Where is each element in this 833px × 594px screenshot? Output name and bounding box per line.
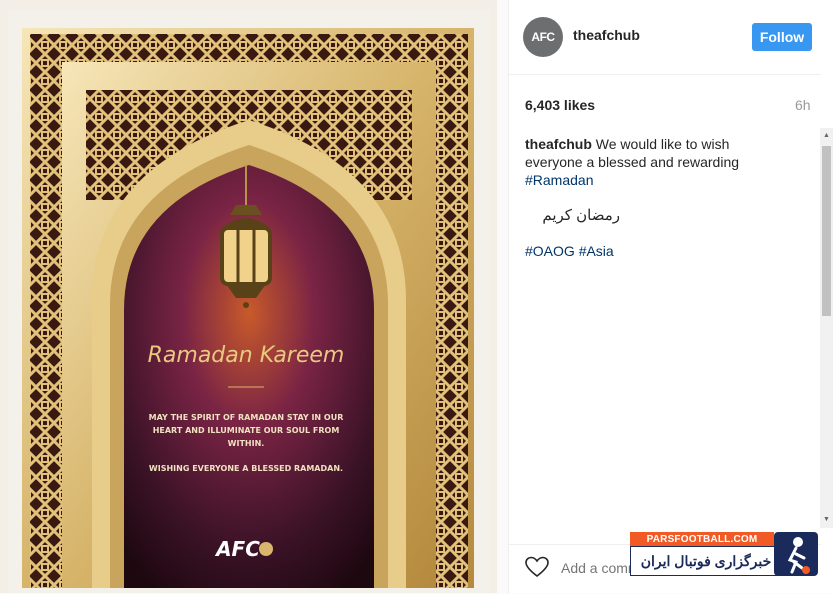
parsfootball-logo-icon [774,532,818,576]
post-header: AFC theafchub Follow [509,0,821,75]
heart-icon[interactable] [524,555,550,579]
caption-username[interactable]: theafchub [525,136,592,152]
ramadan-poster: Ramadan Kareem MAY THE SPIRIT OF RAMADAN… [8,10,490,593]
afc-logo-text: AFC [214,537,260,561]
post-image[interactable]: Ramadan Kareem MAY THE SPIRIT OF RAMADAN… [0,0,497,593]
hashtag-asia[interactable]: #Asia [579,243,614,259]
greeting-text: Ramadan Kareem [148,343,345,368]
watermark-tagline: خبرگزاری فوتبال ایران [630,546,782,576]
avatar-text: AFC [531,30,555,44]
caption-tags: #OAOG #Asia [525,243,614,259]
scroll-thumb[interactable] [822,146,831,316]
scrollbar[interactable]: ▲ ▼ [820,128,833,528]
parsfootball-watermark: PARSFOOTBALL.COM خبرگزاری فوتبال ایران [630,532,820,578]
post-panel: AFC theafchub Follow 6,403 likes 6h thea… [508,0,833,593]
likes-count[interactable]: 6,403 likes [525,97,595,113]
watermark-site: PARSFOOTBALL.COM [630,532,774,547]
message-line-1: MAY THE SPIRIT OF RAMADAN STAY IN OUR [149,413,344,422]
caption: theafchub We would like to wish everyone… [525,135,765,189]
username-link[interactable]: theafchub [573,27,640,43]
afc-logo-icon [259,542,273,556]
caption-arabic: رمضان كريم [542,207,620,224]
message-line-3: WITHIN. [228,439,265,448]
hashtag-oaog[interactable]: #OAOG [525,243,575,259]
follow-button[interactable]: Follow [752,23,812,51]
scroll-up-arrow-icon[interactable]: ▲ [822,131,831,141]
wish-text: WISHING EVERYONE A BLESSED RAMADAN. [149,464,343,473]
scroll-down-arrow-icon[interactable]: ▼ [822,515,831,525]
post-time[interactable]: 6h [795,97,811,113]
message-line-2: HEART AND ILLUMINATE OUR SOUL FROM [153,426,340,435]
hashtag-ramadan[interactable]: #Ramadan [525,172,594,188]
avatar[interactable]: AFC [523,17,563,57]
